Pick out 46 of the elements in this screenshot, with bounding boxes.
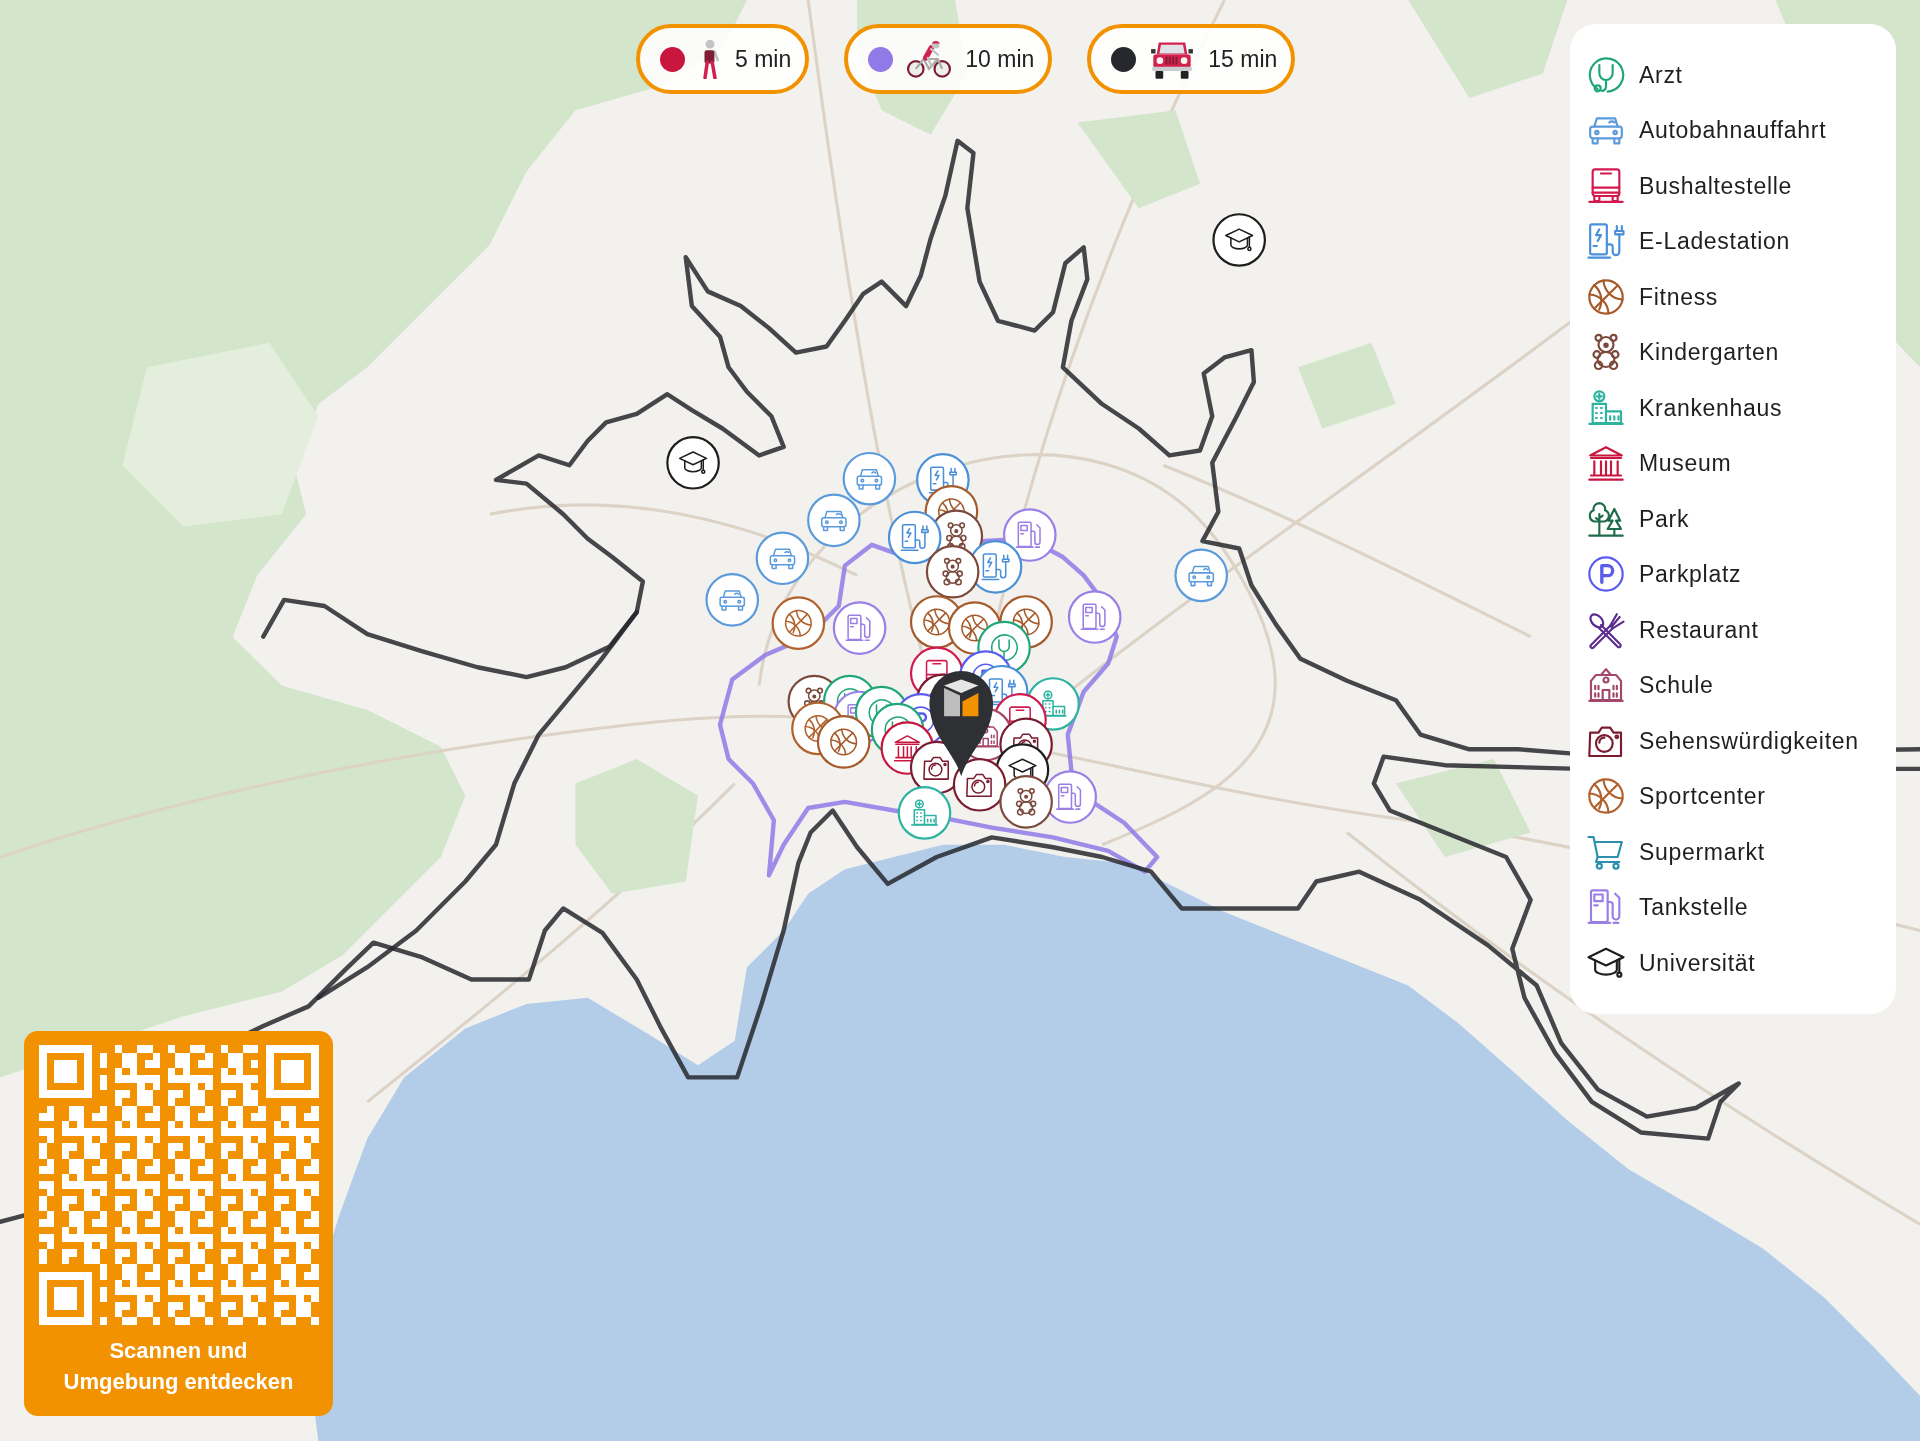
teddy-bear-icon — [925, 544, 980, 599]
location-pin-icon — [929, 671, 994, 777]
hospital-icon — [1586, 387, 1626, 428]
legend-label: Park — [1639, 504, 1690, 534]
legend-label: Schule — [1639, 671, 1714, 700]
stethoscope-icon — [1586, 54, 1626, 95]
cyclist-icon — [907, 39, 952, 79]
basketball-icon — [1586, 776, 1626, 817]
legend-label: Universität — [1639, 948, 1756, 978]
qr-caption: Scannen und Umgebung entdecken — [63, 1337, 294, 1396]
legend-label: Parkplatz — [1639, 560, 1742, 589]
basketball-icon — [1586, 276, 1626, 317]
travel-time-label: 5 min — [735, 44, 792, 74]
basketball-icon — [816, 715, 871, 769]
travel-time-label: 10 min — [965, 44, 1035, 74]
legend-label: Arzt — [1639, 60, 1683, 90]
museum-icon — [1586, 443, 1626, 484]
legend-label: Museum — [1639, 449, 1732, 478]
legend-label: E-Ladestation — [1639, 227, 1791, 256]
legend-label: Sehenswürdigkeiten — [1639, 726, 1859, 756]
teddy-bear-icon — [999, 775, 1053, 829]
legend-label: Tankstelle — [1639, 893, 1749, 922]
legend-label: Autobahnauffahrt — [1639, 116, 1827, 145]
charging-station-icon — [1586, 221, 1626, 262]
fuel-pump-icon — [1067, 590, 1122, 644]
legend-label: Krankenhaus — [1639, 393, 1783, 423]
legend-label: Kindergarten — [1639, 338, 1780, 367]
legend-label: Fitness — [1639, 282, 1719, 312]
legend-label: Restaurant — [1639, 615, 1759, 645]
graduation-cap-icon — [1212, 213, 1266, 267]
car-icon — [1174, 548, 1229, 603]
basketball-icon — [771, 596, 826, 650]
legend-label: Sportcenter — [1639, 782, 1766, 811]
legend-label: Bushaltestelle — [1639, 171, 1792, 201]
hospital-icon — [897, 786, 952, 840]
travel-time-label: 15 min — [1208, 44, 1278, 74]
car-icon — [842, 451, 897, 506]
fuel-pump-icon — [832, 601, 887, 655]
car-icon — [755, 531, 810, 586]
car-icon — [807, 493, 861, 548]
parking-sign-icon — [1586, 554, 1626, 595]
bus-icon — [1586, 165, 1626, 206]
car-icon — [705, 573, 760, 627]
graduation-cap-icon — [666, 435, 720, 490]
legend-label: Supermarkt — [1639, 837, 1765, 867]
charging-station-icon — [887, 510, 942, 565]
